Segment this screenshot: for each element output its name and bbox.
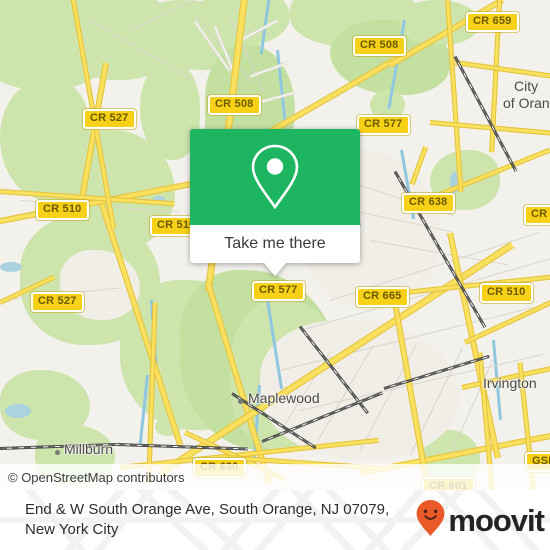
highway-shield: CR 527 bbox=[31, 292, 84, 312]
popup-action[interactable]: Take me there bbox=[190, 225, 360, 276]
highway-shield: CR 527 bbox=[83, 109, 136, 129]
place-label: Irvington bbox=[483, 375, 537, 391]
highway-shield: CR 665 bbox=[356, 287, 409, 307]
place-label: of Orange bbox=[503, 95, 550, 111]
place-marker-dot bbox=[238, 399, 243, 404]
popup-header bbox=[190, 129, 360, 225]
moovit-pin-smiley-icon bbox=[415, 499, 446, 542]
water-body bbox=[0, 262, 22, 272]
highway-shield: CR 659 bbox=[466, 12, 519, 32]
highway-shield: CR 577 bbox=[357, 115, 410, 135]
take-me-there-label: Take me there bbox=[224, 235, 326, 252]
map-canvas[interactable]: CR 659 CR 508 CR 508 CR 527 CR 577 CR 510 CR 5… bbox=[0, 0, 550, 490]
footer-content: End & W South Orange Ave, South Orange, … bbox=[0, 490, 550, 550]
highway-shield: CR 508 bbox=[353, 36, 406, 56]
destination-popup[interactable]: Take me there bbox=[190, 129, 360, 276]
place-label: City bbox=[514, 78, 539, 94]
highway-shield: CR 508 bbox=[208, 95, 261, 115]
highway bbox=[454, 60, 550, 79]
highway-shield: CR 577 bbox=[252, 281, 305, 301]
footer-bar: End & W South Orange Ave, South Orange, … bbox=[0, 490, 550, 550]
place-marker-dot bbox=[55, 450, 60, 455]
attribution-text: © OpenStreetMap contributors bbox=[8, 469, 185, 485]
place-label: Millburn bbox=[64, 441, 114, 457]
highway bbox=[463, 300, 550, 345]
moovit-wordmark: moovit bbox=[448, 502, 545, 538]
place-label: Maplewood bbox=[248, 390, 320, 406]
highway-shield: CR 638 bbox=[402, 193, 455, 213]
map-pin-icon bbox=[248, 142, 302, 212]
map-attribution: © OpenStreetMap contributors bbox=[0, 464, 550, 490]
water-body bbox=[5, 404, 31, 418]
moovit-map-screenshot: CR 659 CR 508 CR 508 CR 527 CR 577 CR 510 CR 5… bbox=[0, 0, 550, 550]
address-text: End & W South Orange Ave, South Orange, … bbox=[25, 501, 390, 538]
highway-shield: CR 510 bbox=[480, 283, 533, 303]
popup-tail-pointer bbox=[264, 263, 286, 276]
moovit-logo: moovit bbox=[415, 499, 545, 542]
highway-shield: CR 533 bbox=[524, 205, 550, 225]
highway-shield: CR 510 bbox=[36, 200, 89, 220]
